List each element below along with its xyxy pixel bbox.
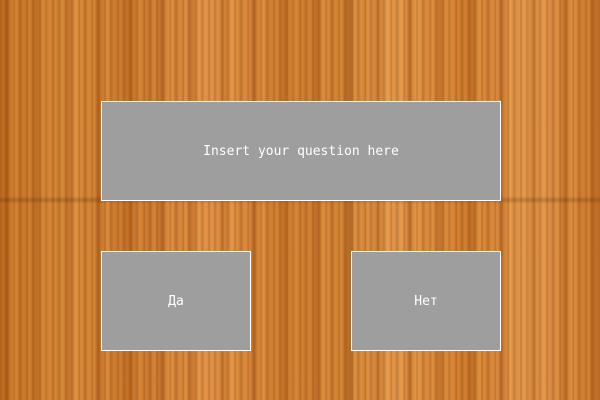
yes-button[interactable]: Да [101, 251, 251, 351]
no-button-label: Нет [414, 293, 438, 309]
yes-button-label: Да [168, 293, 184, 309]
question-box: Insert your question here [101, 101, 501, 201]
wood-background: Insert your question here Да Нет [0, 0, 600, 400]
no-button[interactable]: Нет [351, 251, 501, 351]
question-text: Insert your question here [203, 143, 399, 159]
